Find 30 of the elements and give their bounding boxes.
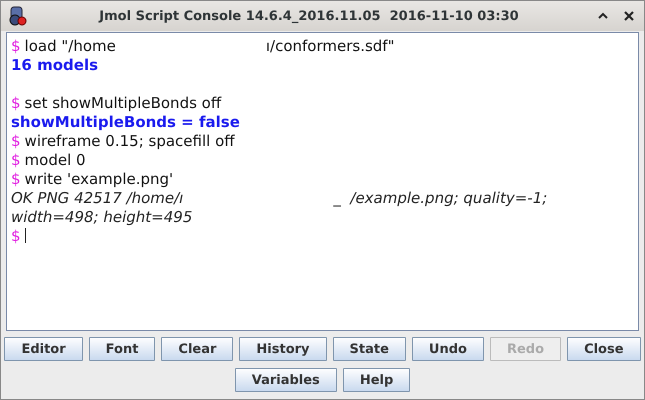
- console-button[interactable]: Variables: [234, 368, 337, 392]
- command-text: write 'example.png': [24, 170, 174, 188]
- command-text: ı/conformers.sdf": [266, 36, 394, 54]
- result-text: 16 models: [11, 56, 98, 74]
- prompt-symbol: $: [11, 94, 21, 112]
- console-button[interactable]: Undo: [412, 337, 484, 361]
- prompt-symbol: $: [11, 132, 21, 150]
- prompt-symbol: $: [11, 150, 21, 168]
- console-button[interactable]: Close: [567, 337, 641, 361]
- console-output-area[interactable]: [6, 32, 639, 331]
- output-text: width=498; height=495: [11, 208, 192, 226]
- console-button[interactable]: Editor: [4, 337, 83, 361]
- command-text: model 0: [24, 150, 86, 168]
- console-button[interactable]: State: [332, 337, 406, 361]
- close-icon[interactable]: [622, 9, 636, 23]
- prompt-symbol: $: [11, 226, 21, 244]
- console-button[interactable]: Font: [88, 337, 156, 361]
- text-cursor: [24, 228, 26, 243]
- output-text: OK PNG 42517 /home/ı: [11, 188, 184, 206]
- console-button[interactable]: Clear: [161, 337, 234, 361]
- prompt-symbol: $: [11, 170, 21, 188]
- output-text: _ /example.png; quality=-1;: [333, 188, 548, 206]
- result-text: showMultipleBonds = false: [11, 112, 240, 130]
- console-button[interactable]: History: [239, 337, 327, 361]
- prompt-symbol: $: [11, 36, 21, 54]
- command-text: set showMultipleBonds off: [24, 94, 222, 112]
- command-text: wireframe 0.15; spacefill off: [24, 132, 235, 150]
- command-text: load "/home: [24, 36, 116, 54]
- window-title: Jmol Script Console 14.6.4_2016.11.05 2016-11-10 03:30: [98, 8, 520, 24]
- console-button[interactable]: Help: [342, 368, 410, 392]
